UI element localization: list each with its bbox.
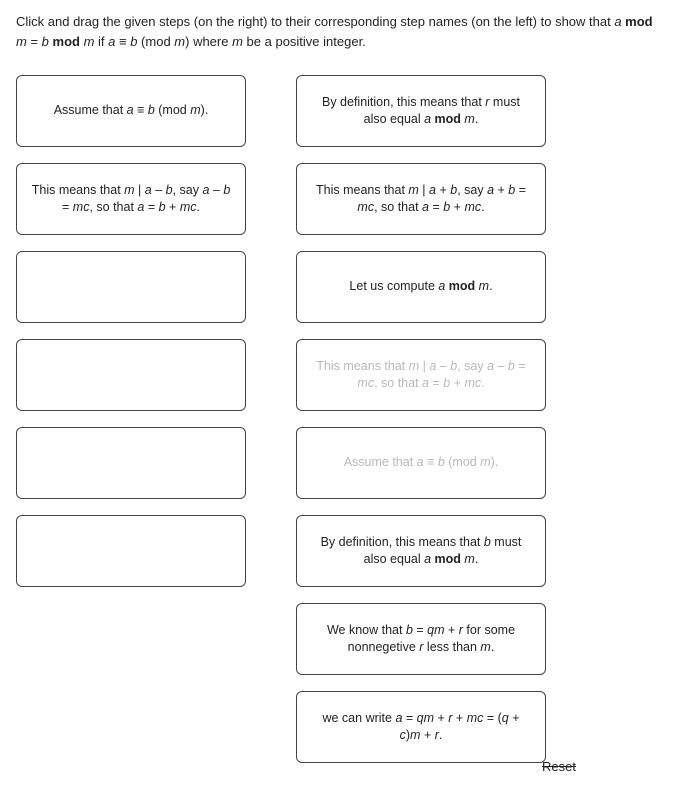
drag-item-ghost[interactable]: This means that m | a – b, say a – b = m… [296,339,546,411]
drag-drop-area: Assume that a ≡ b (mod m). This means th… [16,75,663,787]
drop-slot[interactable] [16,339,246,411]
drag-item[interactable]: We know that b = qm + r for some nonnege… [296,603,546,675]
reset-button[interactable]: Reset [542,759,576,774]
drop-slot[interactable] [16,251,246,323]
instructions: Click and drag the given steps (on the r… [16,12,663,51]
drag-item[interactable]: we can write a = qm + r + mc = (q + c)m … [296,691,546,763]
drop-slot[interactable]: Assume that a ≡ b (mod m). [16,75,246,147]
drag-item-ghost[interactable]: Assume that a ≡ b (mod m). [296,427,546,499]
drop-slot[interactable] [16,515,246,587]
left-column: Assume that a ≡ b (mod m). This means th… [16,75,246,587]
drag-item[interactable]: By definition, this means that r must al… [296,75,546,147]
right-column: By definition, this means that r must al… [296,75,546,787]
drop-slot[interactable]: This means that m | a – b, say a – b = m… [16,163,246,235]
drop-slot[interactable] [16,427,246,499]
drag-item[interactable]: This means that m | a + b, say a + b = m… [296,163,546,235]
drag-item[interactable]: Let us compute a mod m. [296,251,546,323]
drag-item[interactable]: By definition, this means that b must al… [296,515,546,587]
